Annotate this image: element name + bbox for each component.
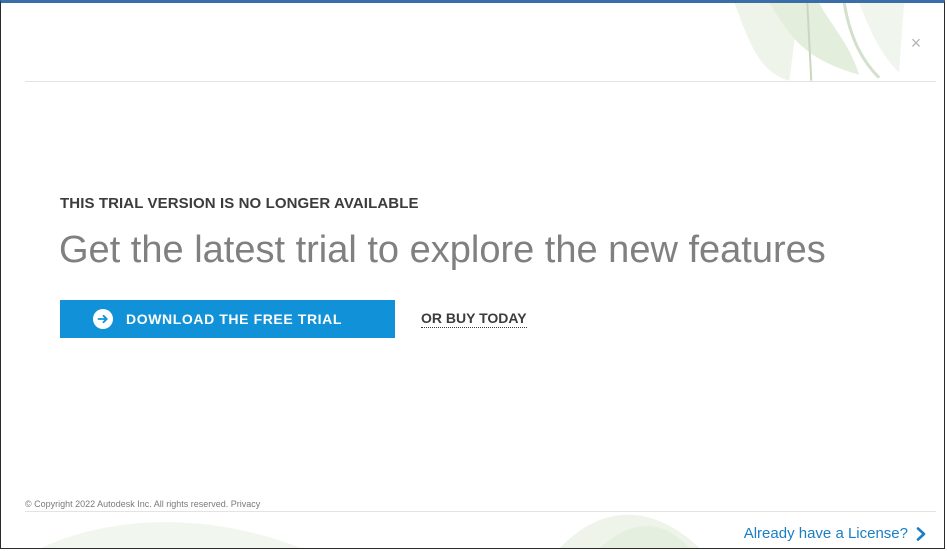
close-icon: × bbox=[910, 33, 922, 53]
download-free-trial-button[interactable]: DOWNLOAD THE FREE TRIAL bbox=[60, 300, 395, 338]
privacy-link[interactable]: Privacy bbox=[231, 499, 261, 509]
background-plant-decoration bbox=[40, 3, 905, 548]
top-divider bbox=[25, 81, 936, 82]
buy-today-link[interactable]: OR BUY TODAY bbox=[421, 310, 527, 328]
arrow-circle-icon bbox=[93, 309, 113, 329]
already-have-license-link[interactable]: Already have a License? bbox=[744, 525, 926, 542]
page-headline: Get the latest trial to explore the new … bbox=[59, 229, 826, 271]
chevron-right-icon bbox=[916, 526, 926, 541]
license-link-label: Already have a License? bbox=[743, 525, 908, 542]
download-button-label: DOWNLOAD THE FREE TRIAL bbox=[126, 311, 343, 327]
trial-expired-dialog: × THIS TRIAL VERSION IS NO LONGER AVAILA… bbox=[0, 0, 945, 549]
copyright-footer: © Copyright 2022 Autodesk Inc. All right… bbox=[25, 499, 260, 509]
trial-unavailable-notice: THIS TRIAL VERSION IS NO LONGER AVAILABL… bbox=[60, 195, 419, 212]
copyright-text: © Copyright 2022 Autodesk Inc. All right… bbox=[25, 499, 229, 509]
close-button[interactable]: × bbox=[908, 33, 924, 53]
bottom-divider bbox=[25, 511, 936, 512]
